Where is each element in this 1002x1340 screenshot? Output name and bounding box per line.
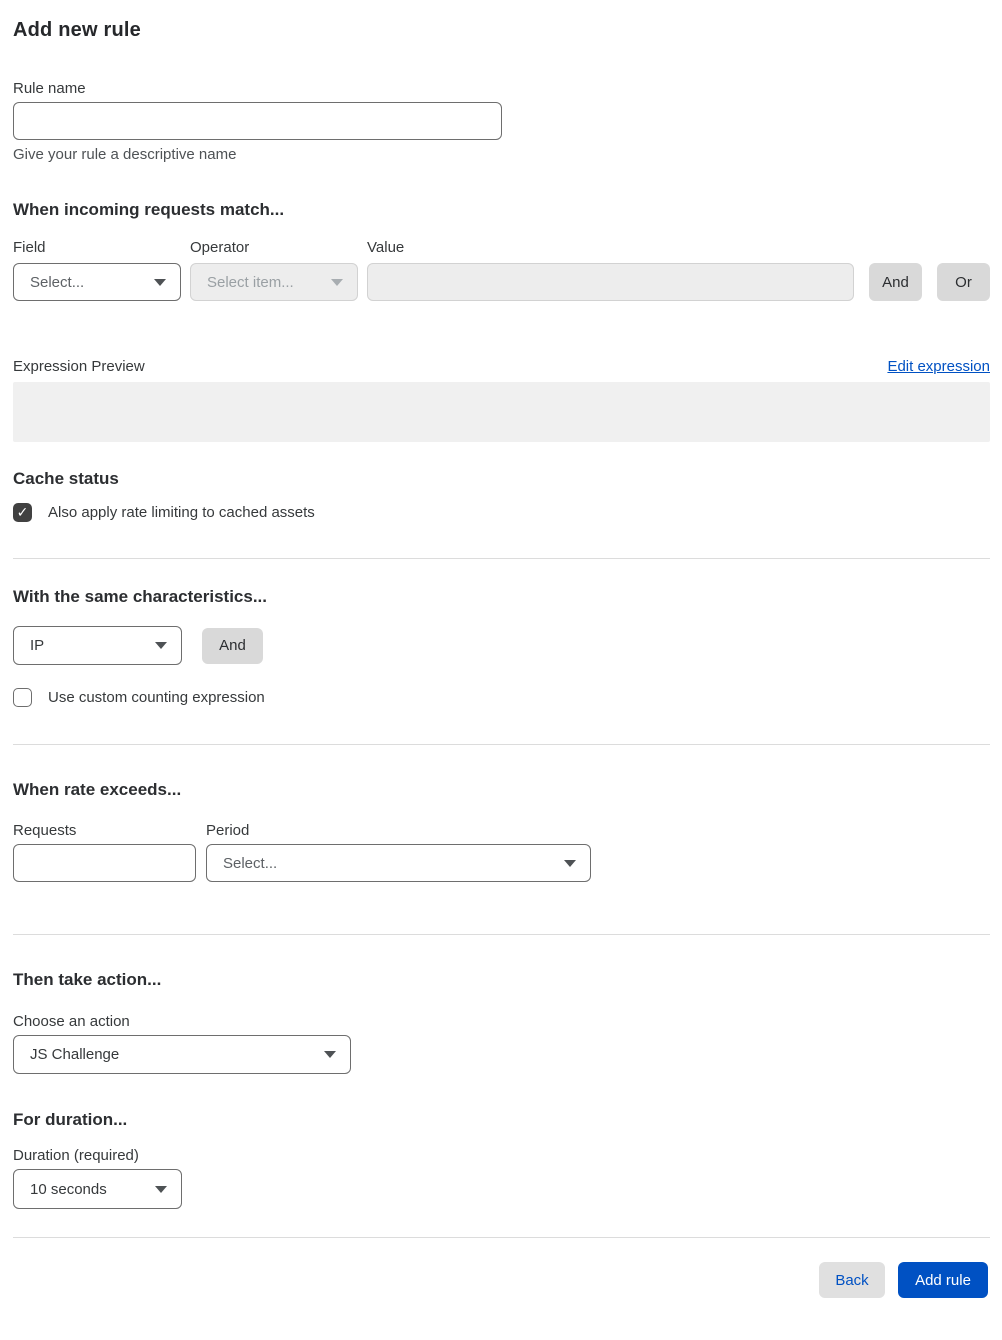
chevron-down-icon [564,859,576,867]
field-select-value: Select... [30,273,85,291]
cached-assets-checkbox-row[interactable]: ✓ Also apply rate limiting to cached ass… [13,503,990,522]
chevron-down-icon [331,278,343,286]
action-heading: Then take action... [13,970,162,989]
field-select[interactable]: Select... [13,263,181,301]
characteristics-heading: With the same characteristics... [13,587,268,606]
characteristic-select-value: IP [30,637,45,654]
operator-select-value: Select item... [207,273,294,291]
characteristics-and-button[interactable]: And [202,627,263,664]
duration-select-value: 10 seconds [30,1180,107,1198]
or-button[interactable]: Or [937,263,990,301]
period-select-value: Select... [223,854,278,872]
rate-heading: When rate exceeds... [13,780,182,799]
add-rule-form: Add new rule Rule name Give your rule a … [0,0,1002,1340]
custom-counting-checkbox-row[interactable]: ✓ Use custom counting expression [13,688,990,707]
rate-controls-row: Select... [13,844,990,882]
requests-input[interactable] [13,844,196,882]
period-select[interactable]: Select... [206,844,591,882]
and-button[interactable]: And [869,263,922,301]
rule-name-input[interactable] [13,102,502,140]
expression-preview-box [13,382,990,442]
rule-name-label: Rule name [13,80,86,97]
characteristics-controls: IP And [13,626,990,665]
cache-status-heading: Cache status [13,469,119,488]
chevron-down-icon [154,278,166,286]
value-input [367,263,854,301]
cached-assets-checkbox[interactable]: ✓ [13,503,32,522]
back-button[interactable]: Back [819,1262,885,1298]
chevron-down-icon [324,1051,336,1058]
field-label: Field [13,239,46,256]
action-select-value: JS Challenge [30,1046,120,1063]
custom-counting-checkbox-label: Use custom counting expression [48,689,265,706]
period-label: Period [206,822,250,839]
requests-label: Requests [13,822,77,839]
rate-labels-row: Requests Period [13,822,990,839]
characteristic-select[interactable]: IP [13,626,182,665]
chevron-down-icon [155,642,167,649]
match-section-heading: When incoming requests match... [13,200,285,219]
rule-name-helper: Give your rule a descriptive name [13,146,237,163]
duration-select[interactable]: 10 seconds [13,1169,182,1209]
match-labels-row: Field Operator Value [13,239,990,256]
section-divider [13,558,990,559]
cached-assets-checkbox-label: Also apply rate limiting to cached asset… [48,504,315,521]
chevron-down-icon [155,1185,167,1193]
operator-select: Select item... [190,263,358,301]
match-controls-row: Select... Select item... And Or [13,263,990,301]
duration-heading: For duration... [13,1110,128,1129]
duration-label: Duration (required) [13,1147,139,1164]
section-divider [13,934,990,935]
checkmark-icon: ✓ [16,503,29,520]
edit-expression-link[interactable]: Edit expression [887,358,990,375]
value-label: Value [367,239,405,256]
page-title: Add new rule [13,19,141,41]
footer-actions: Back Add rule [13,1262,990,1298]
operator-label: Operator [190,239,250,256]
choose-action-label: Choose an action [13,1013,130,1030]
footer-divider [13,1237,990,1238]
custom-counting-checkbox[interactable]: ✓ [13,688,32,707]
expression-preview-label: Expression Preview [13,358,145,375]
add-rule-button[interactable]: Add rule [898,1262,988,1298]
expression-preview-header: Expression Preview Edit expression [13,358,990,375]
action-select[interactable]: JS Challenge [13,1035,351,1074]
section-divider [13,744,990,745]
